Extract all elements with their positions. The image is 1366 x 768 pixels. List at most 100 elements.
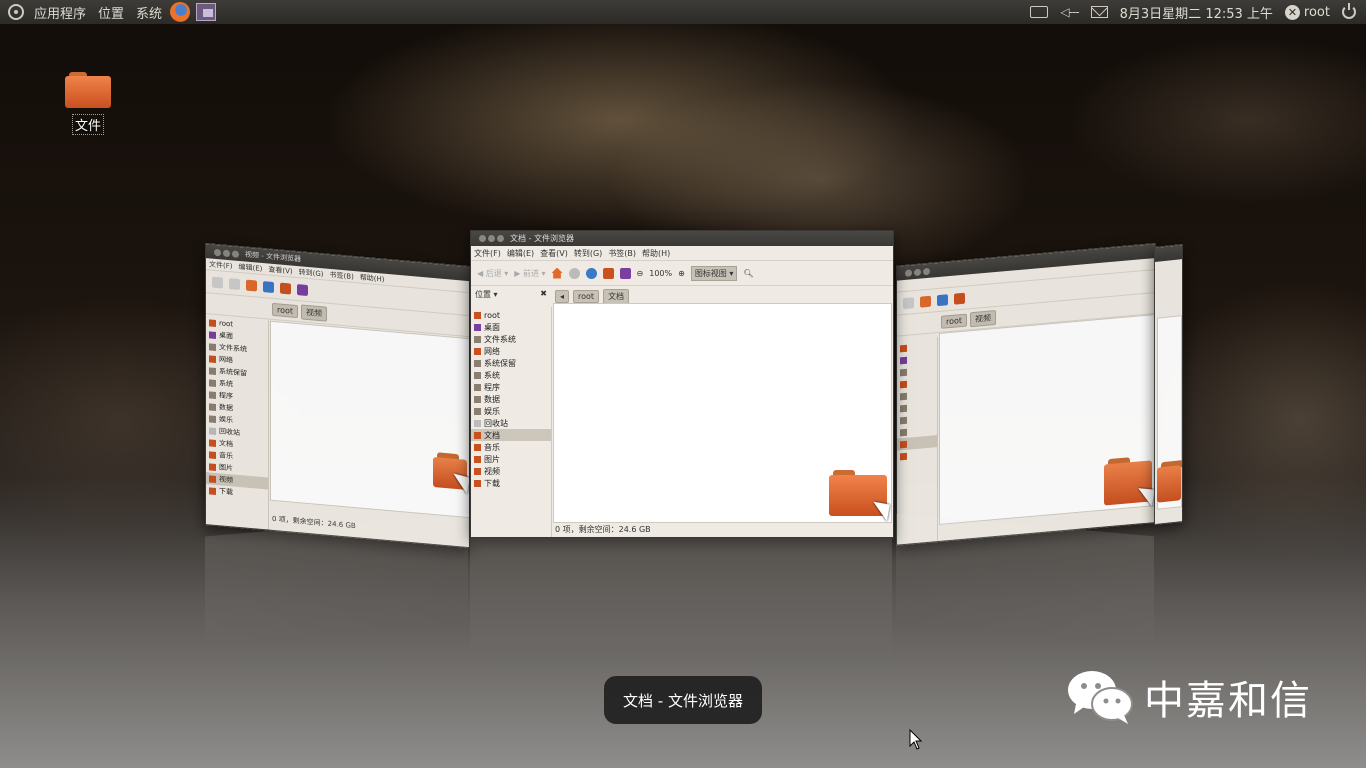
menu-go[interactable]: 转到(G)	[299, 267, 324, 279]
maximize-icon[interactable]	[497, 235, 504, 242]
minimize-icon[interactable]	[488, 235, 495, 242]
window-reflection	[896, 513, 1154, 647]
wechat-icon	[1068, 671, 1133, 724]
place-system[interactable]: 系统	[471, 369, 551, 381]
search-icon[interactable]: 🔍︎	[743, 269, 753, 278]
menu-edit[interactable]: 编辑(E)	[239, 261, 263, 273]
menubar: 文件(F) 编辑(E) 查看(V) 转到(G) 书签(B) 帮助(H)	[471, 246, 893, 261]
clock[interactable]: 8月3日星期二 12:53 上午	[1120, 3, 1273, 22]
place-network[interactable]: 网络	[471, 345, 551, 357]
file-view[interactable]	[270, 320, 470, 519]
menu-view[interactable]: 查看(V)	[268, 264, 292, 276]
desktop-folder[interactable]: 文件	[62, 72, 114, 135]
menu-help[interactable]: 帮助(H)	[642, 248, 670, 259]
menu-bookmarks[interactable]: 书签(B)	[330, 269, 354, 281]
places-select[interactable]: 位置 ▾	[475, 289, 498, 300]
top-panel: 应用程序 位置 系统 ◁--- 8月3日星期二 12:53 上午 ✕ root	[0, 0, 1366, 24]
place-trash[interactable]: 回收站	[471, 417, 551, 429]
file-view[interactable]	[553, 303, 893, 523]
close-icon[interactable]	[479, 235, 486, 242]
watermark: 中嘉和信	[1066, 668, 1312, 726]
user-status-icon[interactable]: ✕	[1284, 4, 1300, 20]
menu-file[interactable]: 文件(F)	[474, 248, 501, 259]
window-main[interactable]: 文档 - 文件浏览器 文件(F) 编辑(E) 查看(V) 转到(G) 书签(B)…	[470, 230, 894, 538]
window-controls	[905, 267, 930, 277]
user-name[interactable]: root	[1304, 5, 1330, 20]
forward-button[interactable]: ▶ 前进 ▾	[514, 268, 545, 279]
titlebar	[1155, 245, 1182, 262]
places-menu[interactable]: 位置	[92, 3, 130, 22]
menu-view[interactable]: 查看(V)	[540, 248, 568, 259]
keyboard-icon[interactable]	[1030, 6, 1049, 18]
computer-icon[interactable]	[280, 282, 291, 295]
breadcrumb-current[interactable]: 视频	[301, 303, 328, 322]
breadcrumb-current[interactable]: 视频	[970, 309, 997, 327]
view-mode-select[interactable]: 图标视图 ▾	[690, 265, 738, 281]
breadcrumb-root[interactable]: root	[941, 313, 968, 329]
menu-help[interactable]: 帮助(H)	[360, 272, 385, 284]
file-view[interactable]	[1157, 315, 1183, 510]
place-entertainment[interactable]: 娱乐	[471, 405, 551, 417]
place-documents[interactable]: 文档	[471, 429, 551, 441]
place-music[interactable]: 音乐	[471, 441, 551, 453]
applications-menu[interactable]: 应用程序	[28, 3, 92, 22]
home-icon[interactable]	[551, 267, 563, 279]
zoom-level[interactable]: 100%	[649, 269, 672, 278]
menu-edit[interactable]: 编辑(E)	[507, 248, 534, 259]
close-sidebar-icon[interactable]: ✖	[540, 289, 547, 300]
place-system-reserved[interactable]: 系统保留	[471, 357, 551, 369]
computer-icon[interactable]	[602, 267, 614, 279]
menu-bookmarks[interactable]: 书签(B)	[608, 248, 636, 259]
back-button[interactable]: ◀ 后退 ▾	[477, 268, 508, 279]
places-sidebar: root 桌面 文件系统 网络 系统保留 系统 程序 数据 娱乐 回收站 文档 …	[471, 307, 552, 537]
refresh-icon[interactable]	[937, 293, 948, 306]
window-left[interactable]: 视频 - 文件浏览器 文件(F) 编辑(E) 查看(V) 转到(G) 书签(B)…	[205, 243, 470, 549]
folder-watermark-icon	[433, 452, 470, 495]
volume-icon[interactable]: ◁---	[1060, 5, 1079, 19]
firefox-icon[interactable]	[170, 2, 191, 22]
system-menu[interactable]: 系统	[130, 3, 168, 22]
zoom-out-icon[interactable]: ⊖	[637, 269, 644, 278]
place-programs[interactable]: 程序	[471, 381, 551, 393]
file-view[interactable]	[939, 314, 1156, 525]
breadcrumb-root[interactable]: root	[272, 302, 299, 318]
place-data[interactable]: 数据	[471, 393, 551, 405]
place-videos[interactable]: 视频	[471, 465, 551, 477]
place-desktop[interactable]: 桌面	[471, 321, 551, 333]
zoom-in-icon[interactable]: ⊕	[678, 269, 685, 278]
desktop-icon[interactable]	[297, 283, 308, 296]
workspace-switcher-icon[interactable]	[196, 3, 217, 21]
window-far-right[interactable]	[1154, 244, 1183, 526]
power-icon[interactable]	[1342, 3, 1356, 19]
place-pictures[interactable]: 图片	[471, 453, 551, 465]
place-filesystem[interactable]: 文件系统	[471, 333, 551, 345]
refresh-icon[interactable]	[263, 280, 274, 293]
place-downloads[interactable]: 下载	[471, 477, 551, 489]
desktop-icon[interactable]	[619, 267, 631, 279]
stop-icon[interactable]	[568, 267, 580, 279]
breadcrumb-current[interactable]: 文档	[603, 288, 630, 304]
breadcrumb-left-arrow[interactable]: ◂	[555, 289, 570, 303]
breadcrumb-root[interactable]: root	[573, 289, 600, 303]
place-item[interactable]	[897, 447, 937, 462]
menu-file[interactable]: 文件(F)	[209, 259, 233, 271]
status-bar: 0 项，剩余空间：24.6 GB	[555, 525, 651, 534]
window-reflection	[205, 513, 468, 647]
home-icon[interactable]	[246, 279, 257, 292]
panel-menus: 应用程序 位置 系统	[28, 0, 168, 24]
forward-icon[interactable]	[229, 277, 240, 290]
computer-icon[interactable]	[954, 292, 965, 305]
folder-watermark-icon	[1104, 455, 1156, 507]
home-icon[interactable]	[920, 295, 931, 308]
window-controls	[214, 248, 239, 258]
menu-go[interactable]: 转到(G)	[574, 248, 602, 259]
ubuntu-logo-icon[interactable]	[8, 4, 24, 20]
folder-icon	[65, 72, 111, 108]
panel-indicators: ◁--- 8月3日星期二 12:53 上午 ✕ root	[1024, 0, 1366, 24]
place-root[interactable]: root	[471, 309, 551, 321]
back-icon[interactable]	[212, 276, 223, 289]
window-right[interactable]: root 视频	[896, 243, 1156, 546]
back-icon[interactable]	[903, 296, 914, 309]
refresh-icon[interactable]	[585, 267, 597, 279]
mail-icon[interactable]	[1090, 6, 1108, 18]
